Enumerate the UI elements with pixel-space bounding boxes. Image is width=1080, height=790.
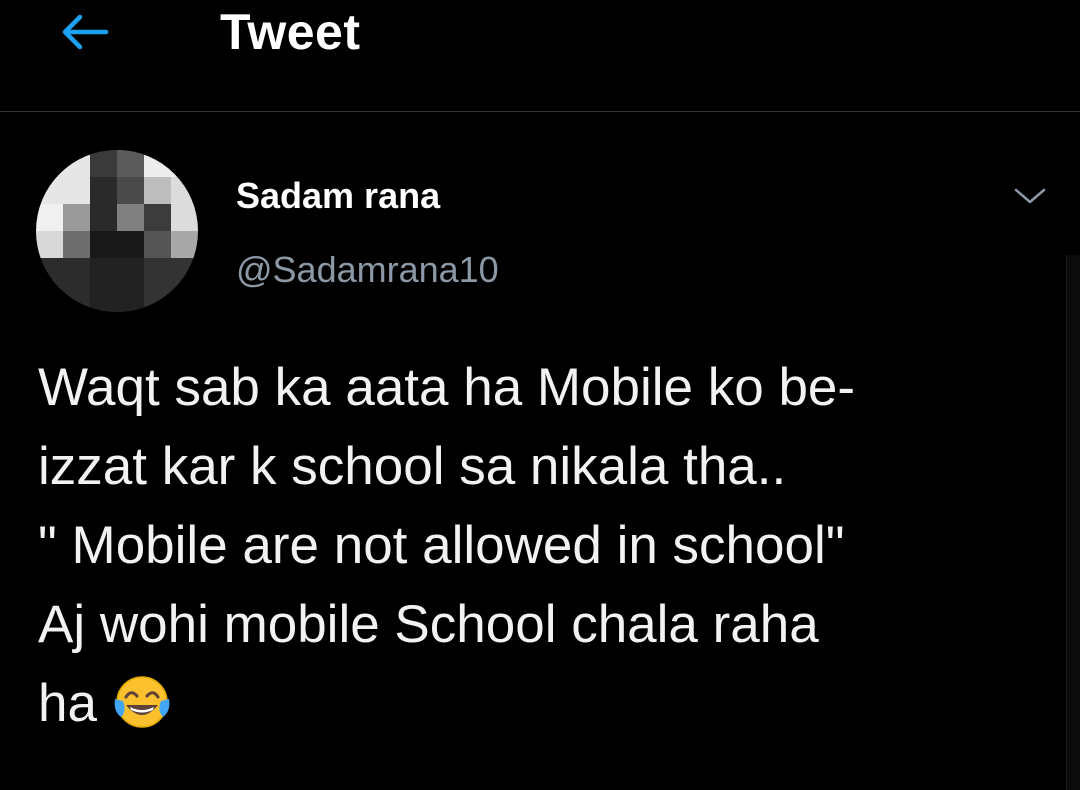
tweet-text: Waqt sab ka aata ha Mobile ko be- izzat …: [38, 348, 1058, 753]
top-app-bar: Tweet: [0, 0, 1080, 112]
tweet-last-line: ha: [38, 664, 1058, 753]
tweet-line: Aj wohi mobile School chala raha: [38, 595, 819, 654]
tweet-line: " Mobile are not allowed in school": [38, 516, 845, 575]
avatar[interactable]: [36, 150, 198, 312]
page-title: Tweet: [220, 4, 361, 60]
author-name[interactable]: Sadam rana: [236, 174, 440, 218]
back-button[interactable]: [56, 8, 112, 56]
tweet-options-button[interactable]: [1008, 176, 1052, 216]
face-with-tears-of-joy-icon: [111, 673, 173, 753]
tweet-line: Waqt sab ka aata ha Mobile ko be-: [38, 358, 856, 417]
tweet-line: izzat kar k school sa nikala tha..: [38, 437, 787, 496]
avatar-image: [36, 150, 198, 312]
author-handle[interactable]: @Sadamrana10: [236, 248, 499, 292]
arrow-left-icon: [62, 14, 109, 50]
chevron-down-icon: [1014, 188, 1046, 204]
scrollbar[interactable]: [1066, 255, 1080, 790]
tweet-line-text: ha: [38, 674, 97, 733]
